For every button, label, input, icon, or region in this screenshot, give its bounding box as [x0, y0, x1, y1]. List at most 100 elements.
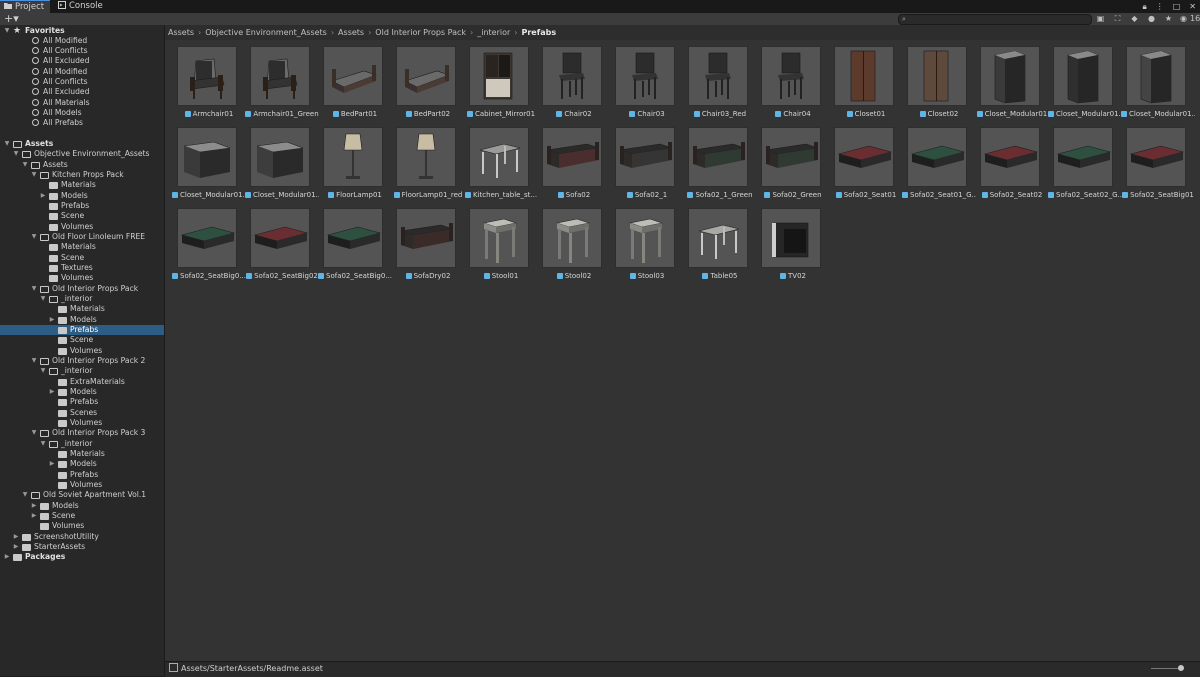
label-tag-icon[interactable]: ◆ — [1126, 13, 1143, 25]
tree-item[interactable]: ▶ Models — [0, 191, 164, 201]
prefab-asset-tile[interactable]: Cabinet_Mirror01 — [464, 40, 535, 120]
tree-item[interactable]: ▼ _interior — [0, 294, 164, 304]
prefab-asset-tile[interactable]: Sofa02_Seat01 — [829, 121, 899, 201]
search-by-label-icon[interactable]: ⛶ — [1109, 13, 1126, 25]
expand-arrow-icon[interactable]: ▼ — [3, 139, 11, 149]
maximize-icon[interactable]: □ — [1173, 2, 1181, 11]
tree-item[interactable]: ▼ Old Interior Props Pack — [0, 284, 164, 294]
breadcrumb-item[interactable]: _interior — [477, 28, 510, 37]
prefab-asset-tile[interactable]: Armchair01_Green — [245, 40, 319, 120]
collapse-arrow-icon[interactable]: ▶ — [12, 542, 20, 552]
collapse-arrow-icon[interactable]: ▶ — [39, 191, 47, 201]
tree-item[interactable]: Volumes — [0, 418, 164, 428]
tree-item[interactable]: Scene — [0, 211, 164, 221]
expand-arrow-icon[interactable]: ▼ — [39, 366, 47, 376]
eye-icon[interactable]: ◉ — [1180, 13, 1187, 25]
tree-item[interactable]: Materials — [0, 449, 164, 459]
tree-item[interactable]: ▶ Models — [0, 501, 164, 511]
tree-item[interactable]: All Conflicts — [0, 46, 164, 56]
breadcrumb-item[interactable]: Assets — [168, 28, 194, 37]
tree-item[interactable]: Textures — [0, 263, 164, 273]
prefab-asset-tile[interactable]: Chair03_Red — [683, 40, 753, 120]
tree-item[interactable]: Volumes — [0, 521, 164, 531]
prefab-asset-tile[interactable]: Sofa02_Seat02_G... — [1048, 121, 1122, 201]
prefab-asset-tile[interactable]: Table05 — [683, 202, 753, 282]
prefab-asset-tile[interactable]: Stool03 — [610, 202, 680, 282]
tree-item[interactable]: ▶ Models — [0, 459, 164, 469]
tree-item[interactable]: All Modified — [0, 36, 164, 46]
close-icon[interactable]: ✕ — [1189, 2, 1196, 11]
prefab-asset-tile[interactable]: Sofa02 — [537, 121, 607, 201]
prefab-asset-tile[interactable]: Closet01 — [829, 40, 899, 120]
tree-item[interactable]: ▶ Models — [0, 315, 164, 325]
tree-item[interactable]: ▼ _interior — [0, 366, 164, 376]
more-options-icon[interactable]: ⋮ — [1156, 2, 1164, 11]
tree-item[interactable]: All Excluded — [0, 87, 164, 97]
prefab-asset-tile[interactable]: Sofa02_SeatBig0... — [318, 202, 392, 282]
prefab-asset-tile[interactable]: Closet_Modular01... — [1121, 40, 1195, 120]
prefab-asset-tile[interactable]: Sofa02_Green — [756, 121, 826, 201]
tree-item[interactable]: ▶ Packages — [0, 552, 164, 562]
prefab-asset-tile[interactable]: Stool01 — [464, 202, 534, 282]
prefab-asset-tile[interactable]: Closet_Modular01... — [245, 121, 319, 201]
collapse-arrow-icon[interactable]: ▶ — [48, 459, 56, 469]
prefab-asset-tile[interactable]: FloorLamp01_red — [391, 121, 462, 201]
tree-item[interactable]: All Conflicts — [0, 77, 164, 87]
tab-console[interactable]: Console — [54, 0, 108, 13]
prefab-asset-tile[interactable]: Chair04 — [756, 40, 826, 120]
expand-arrow-icon[interactable]: ▼ — [30, 232, 38, 242]
tree-item[interactable]: ▼ Kitchen Props Pack — [0, 170, 164, 180]
prefab-asset-tile[interactable]: TV02 — [756, 202, 826, 282]
tree-item[interactable]: Materials — [0, 180, 164, 190]
prefab-asset-tile[interactable]: BedPart01 — [318, 40, 388, 120]
tree-item[interactable]: ▼ Assets — [0, 160, 164, 170]
lock-icon[interactable]: 🔒︎ — [1142, 2, 1146, 11]
breadcrumb-item[interactable]: Prefabs — [522, 28, 557, 37]
collapse-arrow-icon[interactable]: ▶ — [3, 552, 11, 562]
tree-item[interactable]: Prefabs — [0, 325, 164, 336]
prefab-asset-tile[interactable]: Closet_Modular01... — [172, 121, 246, 201]
prefab-asset-tile[interactable]: Sofa02_SeatBig01 — [1121, 121, 1194, 201]
breadcrumb-item[interactable]: Old Interior Props Pack — [375, 28, 466, 37]
tree-item[interactable]: ▶ ScreenshotUtility — [0, 532, 164, 542]
expand-arrow-icon[interactable]: ▼ — [30, 428, 38, 438]
prefab-asset-tile[interactable]: Chair03 — [610, 40, 680, 120]
prefab-asset-tile[interactable]: Sofa02_1 — [610, 121, 680, 201]
prefab-asset-tile[interactable]: Closet_Modular01 — [975, 40, 1047, 120]
prefab-asset-tile[interactable]: Closet_Modular01... — [1048, 40, 1122, 120]
tree-item[interactable]: Prefabs — [0, 470, 164, 480]
prefab-asset-tile[interactable]: Sofa02_Seat02 — [975, 121, 1045, 201]
prefab-asset-tile[interactable]: SofaDry02 — [391, 202, 461, 282]
prefab-asset-tile[interactable]: Sofa02_1_Green — [683, 121, 753, 201]
prefab-asset-tile[interactable]: Stool02 — [537, 202, 607, 282]
search-by-type-icon[interactable]: ▣ — [1092, 13, 1109, 25]
prefab-asset-tile[interactable]: BedPart02 — [391, 40, 461, 120]
tree-item[interactable]: ▼ ★ Favorites — [0, 26, 164, 36]
tree-item[interactable]: ▼ Old Interior Props Pack 3 — [0, 428, 164, 438]
info-icon[interactable]: ● — [1143, 13, 1160, 25]
tree-item[interactable]: Volumes — [0, 222, 164, 232]
search-input[interactable]: ⌕ — [898, 14, 1092, 25]
tree-item[interactable]: Materials — [0, 242, 164, 252]
tree-item[interactable]: Volumes — [0, 346, 164, 356]
tree-item[interactable]: Prefabs — [0, 201, 164, 211]
tree-item[interactable]: ▼ Old Floor Linoleum FREE — [0, 232, 164, 242]
prefab-asset-tile[interactable]: Sofa02_SeatBig02 — [245, 202, 318, 282]
expand-arrow-icon[interactable]: ▼ — [21, 160, 29, 170]
expand-arrow-icon[interactable]: ▼ — [39, 439, 47, 449]
expand-arrow-icon[interactable]: ▼ — [21, 490, 29, 500]
tree-item[interactable]: ▶ Scene — [0, 511, 164, 521]
prefab-asset-tile[interactable]: FloorLamp01 — [318, 121, 388, 201]
tree-item[interactable]: Volumes — [0, 273, 164, 283]
expand-arrow-icon[interactable]: ▼ — [30, 170, 38, 180]
add-asset-button[interactable]: +▾ — [4, 13, 19, 25]
tree-item[interactable]: ▼ Assets — [0, 139, 164, 149]
tree-item[interactable]: Materials — [0, 304, 164, 314]
tree-item[interactable]: All Prefabs — [0, 118, 164, 128]
expand-arrow-icon[interactable]: ▼ — [39, 294, 47, 304]
expand-arrow-icon[interactable]: ▼ — [30, 356, 38, 366]
prefab-asset-tile[interactable]: Chair02 — [537, 40, 607, 120]
tree-item[interactable]: Volumes — [0, 480, 164, 490]
breadcrumb-item[interactable]: Objective Environment_Assets — [205, 28, 327, 37]
collapse-arrow-icon[interactable]: ▶ — [48, 387, 56, 397]
